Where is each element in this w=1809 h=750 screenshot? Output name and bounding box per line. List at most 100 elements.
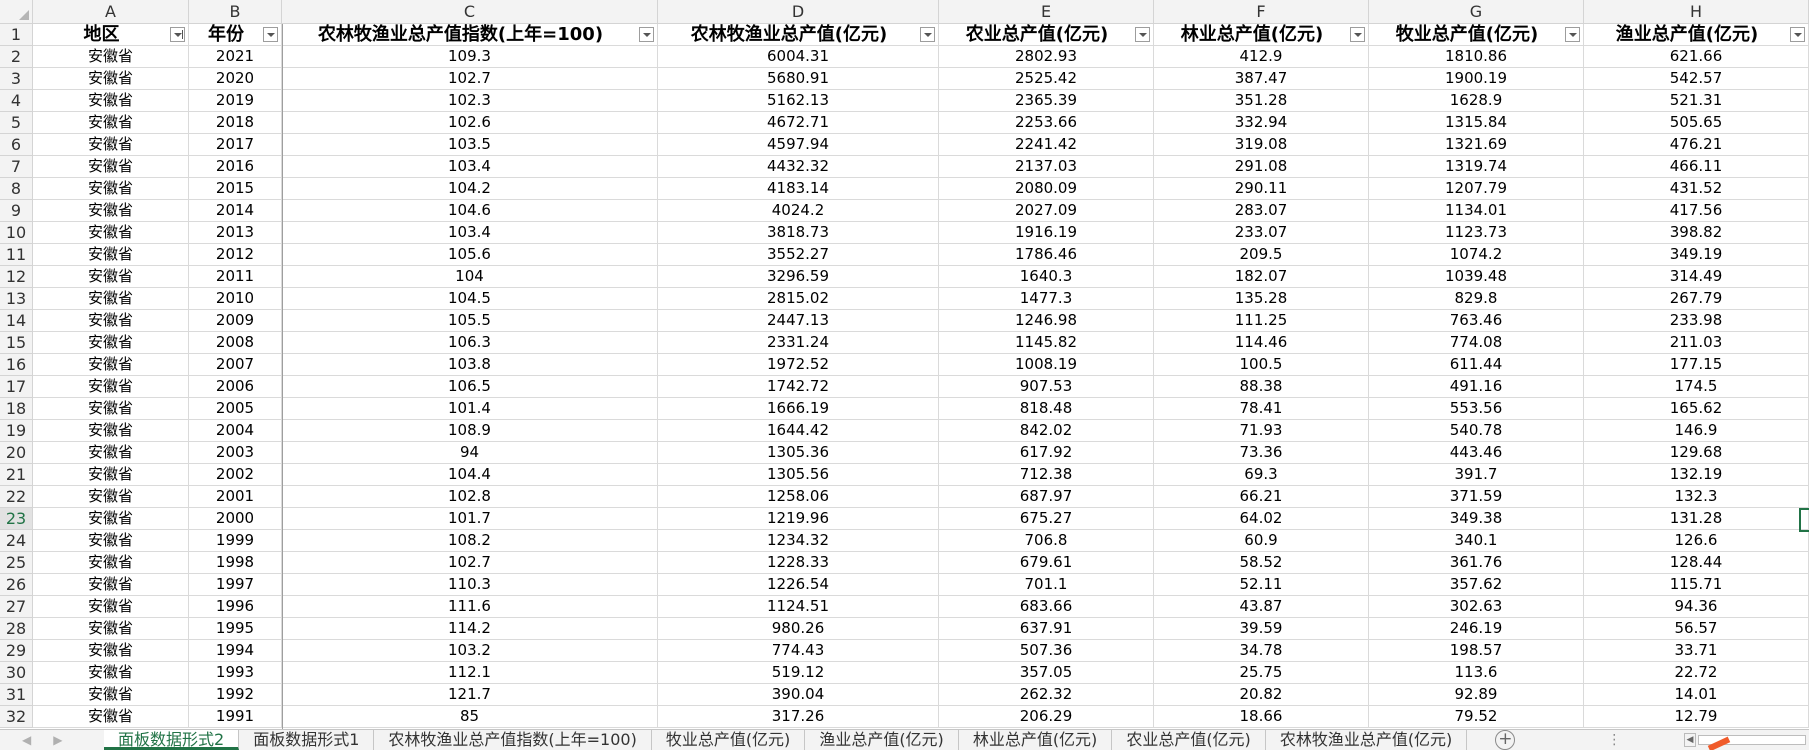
data-cell[interactable]: 102.7 — [282, 552, 658, 574]
data-cell[interactable]: 安徽省 — [33, 68, 189, 90]
data-cell[interactable]: 132.19 — [1584, 464, 1809, 486]
data-cell[interactable]: 56.57 — [1584, 618, 1809, 640]
data-cell[interactable]: 246.19 — [1369, 618, 1584, 640]
data-cell[interactable]: 60.9 — [1154, 530, 1369, 552]
column-title-cell[interactable]: 牧业总产值(亿元) — [1369, 24, 1584, 46]
sheet-tab[interactable]: 农林牧渔业总产值(亿元) — [1266, 730, 1468, 750]
data-cell[interactable]: 2016 — [189, 156, 282, 178]
data-cell[interactable]: 103.4 — [282, 156, 658, 178]
data-cell[interactable]: 2021 — [189, 46, 282, 68]
row-header[interactable]: 31 — [0, 684, 33, 706]
data-cell[interactable]: 安徽省 — [33, 178, 189, 200]
row-header[interactable]: 16 — [0, 354, 33, 376]
data-cell[interactable]: 4183.14 — [658, 178, 939, 200]
data-cell[interactable]: 103.8 — [282, 354, 658, 376]
data-cell[interactable]: 2005 — [189, 398, 282, 420]
data-cell[interactable]: 1305.56 — [658, 464, 939, 486]
data-cell[interactable]: 1074.2 — [1369, 244, 1584, 266]
data-cell[interactable]: 安徽省 — [33, 112, 189, 134]
data-cell[interactable]: 679.61 — [939, 552, 1154, 574]
data-cell[interactable]: 507.36 — [939, 640, 1154, 662]
data-cell[interactable]: 431.52 — [1584, 178, 1809, 200]
data-cell[interactable]: 18.66 — [1154, 706, 1369, 728]
data-cell[interactable]: 安徽省 — [33, 464, 189, 486]
data-cell[interactable]: 126.6 — [1584, 530, 1809, 552]
data-cell[interactable]: 774.08 — [1369, 332, 1584, 354]
data-cell[interactable]: 安徽省 — [33, 442, 189, 464]
data-cell[interactable]: 1219.96 — [658, 508, 939, 530]
data-cell[interactable]: 78.41 — [1154, 398, 1369, 420]
data-cell[interactable]: 829.8 — [1369, 288, 1584, 310]
data-cell[interactable]: 1996 — [189, 596, 282, 618]
data-cell[interactable]: 1999 — [189, 530, 282, 552]
data-cell[interactable]: 106.3 — [282, 332, 658, 354]
data-cell[interactable]: 1124.51 — [658, 596, 939, 618]
horizontal-scrollbar[interactable]: ◀ — [1684, 733, 1809, 747]
select-all-corner[interactable] — [0, 0, 33, 24]
data-cell[interactable]: 617.92 — [939, 442, 1154, 464]
data-cell[interactable]: 177.15 — [1584, 354, 1809, 376]
data-cell[interactable]: 69.3 — [1154, 464, 1369, 486]
data-cell[interactable]: 1228.33 — [658, 552, 939, 574]
data-cell[interactable]: 33.71 — [1584, 640, 1809, 662]
column-header-h[interactable]: H — [1584, 0, 1809, 24]
data-cell[interactable]: 712.38 — [939, 464, 1154, 486]
data-cell[interactable]: 701.1 — [939, 574, 1154, 596]
data-cell[interactable]: 182.07 — [1154, 266, 1369, 288]
data-cell[interactable]: 2003 — [189, 442, 282, 464]
data-cell[interactable]: 553.56 — [1369, 398, 1584, 420]
data-cell[interactable]: 6004.31 — [658, 46, 939, 68]
data-cell[interactable]: 2006 — [189, 376, 282, 398]
data-cell[interactable]: 71.93 — [1154, 420, 1369, 442]
data-cell[interactable]: 2001 — [189, 486, 282, 508]
data-cell[interactable]: 131.28 — [1584, 508, 1809, 530]
column-header-f[interactable]: F — [1154, 0, 1369, 24]
data-cell[interactable]: 357.62 — [1369, 574, 1584, 596]
data-cell[interactable]: 466.11 — [1584, 156, 1809, 178]
data-cell[interactable]: 94 — [282, 442, 658, 464]
data-cell[interactable]: 2365.39 — [939, 90, 1154, 112]
data-cell[interactable]: 1246.98 — [939, 310, 1154, 332]
data-cell[interactable]: 3552.27 — [658, 244, 939, 266]
data-cell[interactable]: 安徽省 — [33, 596, 189, 618]
data-cell[interactable]: 198.57 — [1369, 640, 1584, 662]
data-cell[interactable]: 104 — [282, 266, 658, 288]
data-cell[interactable]: 1993 — [189, 662, 282, 684]
data-cell[interactable]: 1477.3 — [939, 288, 1154, 310]
data-cell[interactable]: 351.28 — [1154, 90, 1369, 112]
column-header-a[interactable]: A — [33, 0, 189, 24]
row-header[interactable]: 12 — [0, 266, 33, 288]
data-cell[interactable]: 2012 — [189, 244, 282, 266]
data-cell[interactable]: 103.2 — [282, 640, 658, 662]
data-cell[interactable]: 1145.82 — [939, 332, 1154, 354]
data-cell[interactable]: 安徽省 — [33, 508, 189, 530]
data-cell[interactable]: 1998 — [189, 552, 282, 574]
row-header[interactable]: 2 — [0, 46, 33, 68]
data-cell[interactable]: 2002 — [189, 464, 282, 486]
data-cell[interactable]: 1991 — [189, 706, 282, 728]
data-cell[interactable]: 104.6 — [282, 200, 658, 222]
data-cell[interactable]: 2009 — [189, 310, 282, 332]
filter-dropdown-icon[interactable] — [639, 27, 654, 42]
filter-dropdown-icon[interactable] — [1565, 27, 1580, 42]
column-title-cell[interactable]: 渔业总产值(亿元) — [1584, 24, 1809, 46]
data-cell[interactable]: 1992 — [189, 684, 282, 706]
data-cell[interactable]: 1644.42 — [658, 420, 939, 442]
data-cell[interactable]: 2080.09 — [939, 178, 1154, 200]
data-cell[interactable]: 102.7 — [282, 68, 658, 90]
data-cell[interactable]: 542.57 — [1584, 68, 1809, 90]
data-cell[interactable]: 675.27 — [939, 508, 1154, 530]
data-cell[interactable]: 3296.59 — [658, 266, 939, 288]
data-cell[interactable]: 安徽省 — [33, 552, 189, 574]
data-cell[interactable]: 92.89 — [1369, 684, 1584, 706]
data-cell[interactable]: 340.1 — [1369, 530, 1584, 552]
row-header[interactable]: 29 — [0, 640, 33, 662]
data-cell[interactable]: 88.38 — [1154, 376, 1369, 398]
data-cell[interactable]: 4597.94 — [658, 134, 939, 156]
sheet-tab[interactable]: 林业总产值(亿元) — [959, 730, 1113, 750]
data-cell[interactable]: 安徽省 — [33, 244, 189, 266]
data-cell[interactable]: 129.68 — [1584, 442, 1809, 464]
data-cell[interactable]: 111.25 — [1154, 310, 1369, 332]
data-cell[interactable]: 361.76 — [1369, 552, 1584, 574]
data-cell[interactable]: 安徽省 — [33, 90, 189, 112]
